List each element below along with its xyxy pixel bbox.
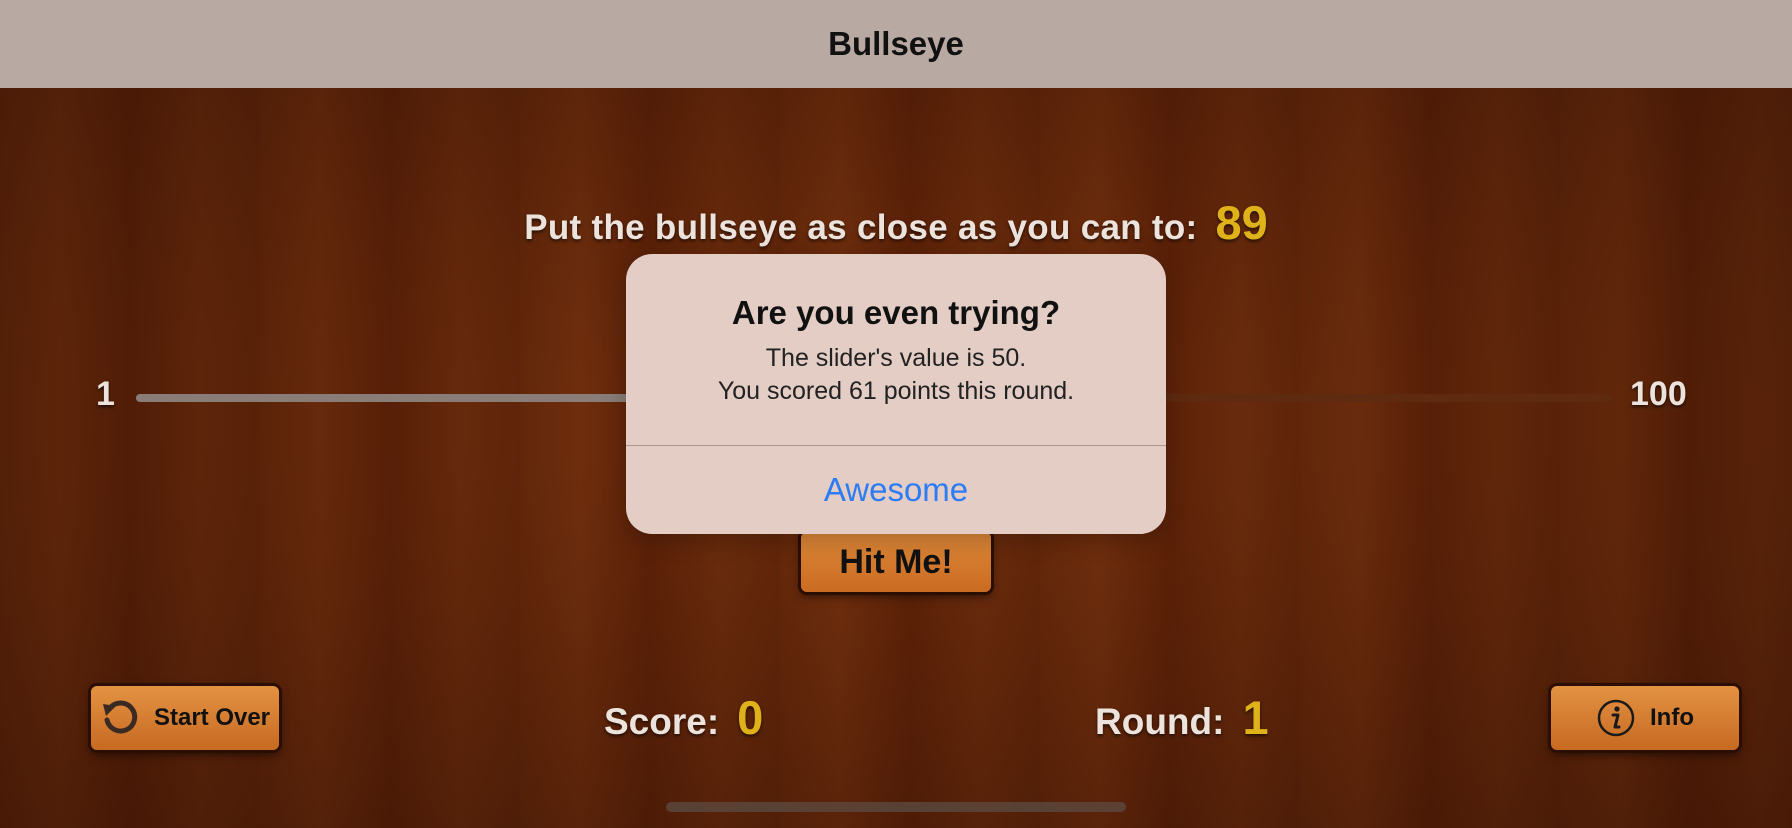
awesome-button[interactable]: Awesome (626, 446, 1166, 534)
score-display: Score: 0 (604, 690, 763, 745)
target-row: Put the bullseye as close as you can to:… (0, 195, 1792, 250)
start-over-button[interactable]: Start Over (91, 686, 279, 750)
score-label: Score: (604, 701, 720, 742)
home-indicator[interactable] (666, 802, 1126, 812)
start-over-label: Start Over (153, 704, 271, 731)
slider-min-label: 1 (96, 375, 115, 413)
rotate-counterclockwise-icon (100, 698, 140, 738)
alert-dialog: Are you even trying? The slider's value … (626, 254, 1166, 534)
slider-max-label: 100 (1630, 375, 1687, 413)
info-label: Info (1650, 704, 1694, 731)
info-button[interactable]: Info (1551, 686, 1739, 750)
alert-message-line-2: You scored 61 points this round. (717, 377, 1075, 405)
nav-title: Bullseye (828, 25, 964, 62)
alert-title: Are you even trying? (731, 294, 1061, 331)
score-value: 0 (737, 691, 764, 744)
round-label: Round: (1095, 701, 1225, 742)
target-label: Put the bullseye as close as you can to: (524, 208, 1198, 247)
alert-message-line-1: The slider's value is 50. (765, 344, 1027, 372)
info-circle-icon (1596, 698, 1636, 738)
round-value: 1 (1242, 691, 1269, 744)
navigation-bar: Bullseye (0, 0, 1792, 88)
round-display: Round: 1 (1095, 690, 1269, 745)
alert-message: The slider's value is 50. You scored 61 … (626, 342, 1166, 408)
target-value: 89 (1215, 196, 1268, 249)
hit-me-button[interactable]: Hit Me! (801, 532, 991, 592)
